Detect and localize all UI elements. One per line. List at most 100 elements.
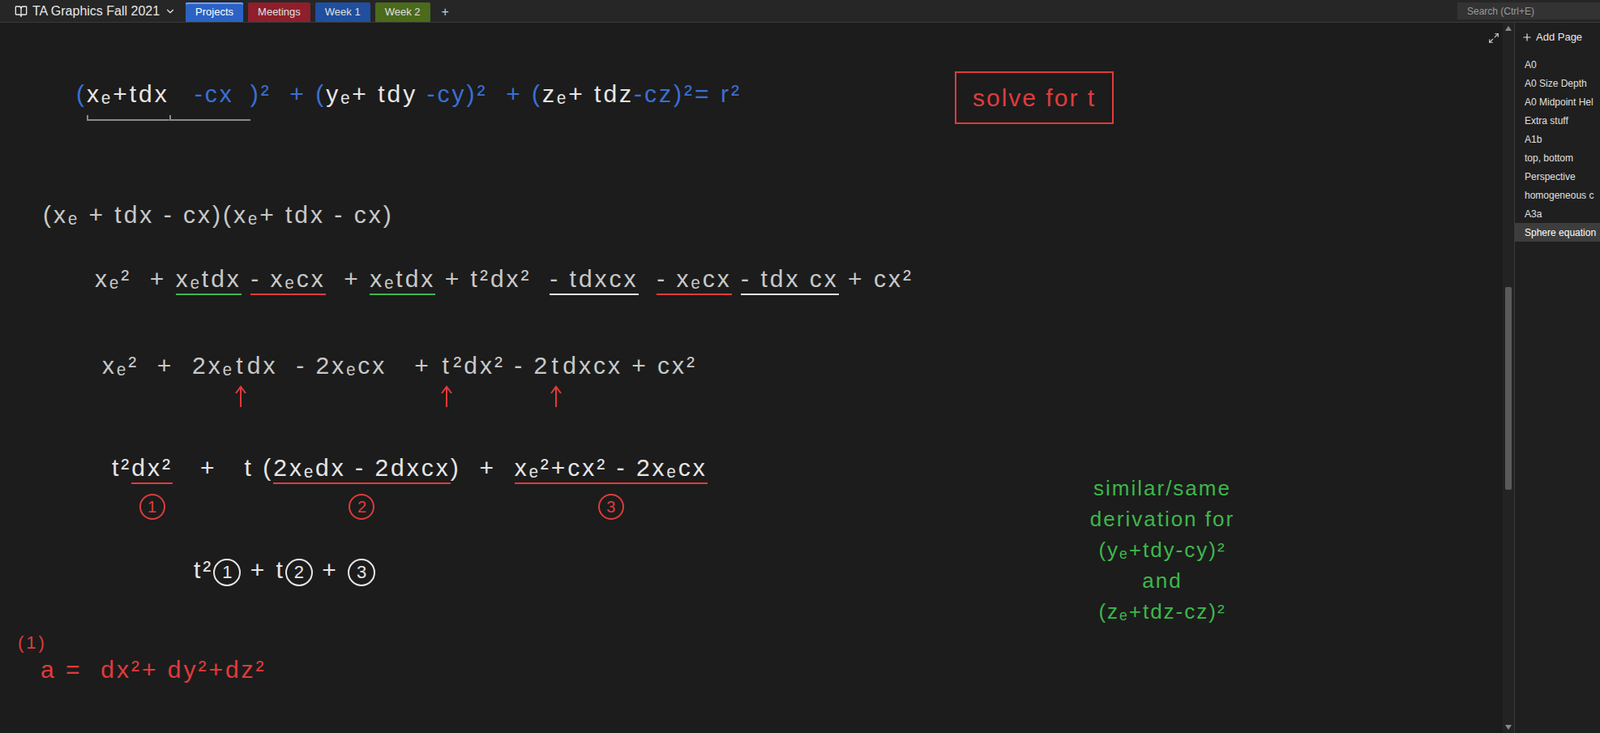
ink-term: dx²1 [131, 453, 173, 520]
footer-notes: (1)a = dx²+ dy²+dz² [17, 632, 267, 686]
side-note-line: and [1142, 564, 1182, 596]
scroll-thumb[interactable] [1505, 286, 1512, 490]
ink-line: (xₑ+tdx -cx)² + (yₑ+ tdy -cy)² + (zₑ+ td… [76, 79, 742, 125]
term-label: 1 [139, 493, 166, 520]
ink-term: + t ( [172, 453, 274, 484]
ink-term: + cx² [838, 264, 914, 296]
plus-icon [1521, 31, 1533, 43]
note-canvas[interactable]: (xₑ+tdx -cx)² + (yₑ+ tdy -cy)² + (zₑ+ td… [0, 22, 1503, 733]
page-item[interactable]: Perspective [1514, 166, 1600, 186]
ink-line: (xₑ + tdx - cx)(xₑ+ tdx - cx) [42, 200, 394, 232]
ink-term: + t²dx² [435, 264, 550, 296]
ink-term: -cz)²= r² [633, 79, 742, 111]
ink-term: ) + [450, 453, 515, 484]
ink-line: xₑ² + 2xₑtdx - 2xₑcx + t²dx² - 2tdxcx + … [102, 350, 698, 408]
term-label: 2 [348, 493, 375, 520]
section-bar: TA Graphics Fall 2021ProjectsMeetingsWee… [0, 0, 1600, 23]
page-item[interactable]: A0 Size Depth [1514, 73, 1600, 93]
side-note-line: similar/same [1093, 472, 1232, 504]
page-item[interactable]: A0 Midpoint Hel [1514, 92, 1600, 112]
ink-term: - xₑcx [656, 264, 732, 296]
ink-term: dxcx + cx² [562, 350, 698, 382]
ink-term: xₑ+tdx [86, 79, 170, 125]
ink-term: - tdx cx [740, 264, 839, 296]
side-note-line: (yₑ+tdy-cy)² [1098, 534, 1226, 565]
dropdown-icon [164, 5, 176, 18]
expand-icon[interactable] [1488, 32, 1500, 44]
side-note-line: derivation for [1090, 503, 1235, 535]
ink-term: - tdxcx [549, 264, 638, 296]
search-field[interactable]: Search (Ctrl+E) [1457, 2, 1600, 20]
ink-term: -cx [169, 79, 251, 125]
ink-term: + [325, 264, 371, 296]
ink-term: + t [240, 555, 286, 587]
notebook-selector[interactable]: TA Graphics Fall 2021 [0, 0, 186, 22]
solve-callout: solve for t [954, 71, 1114, 125]
ink-term [731, 264, 741, 296]
ink-term: 2xₑdx - 2dxcx2 [273, 453, 451, 520]
ink-term: xₑ² + 2xₑ [102, 350, 235, 382]
scroll-up-icon[interactable] [1505, 25, 1512, 31]
section-tab[interactable]: Meetings [248, 2, 311, 22]
ink-term: xₑtdx [369, 264, 436, 296]
side-note: similar/samederivation for(yₑ+tdy-cy)²an… [1032, 472, 1292, 627]
onenote-window: TA Graphics Fall 2021ProjectsMeetingsWee… [0, 0, 1600, 733]
page-item[interactable]: A0 [1514, 55, 1600, 74]
scroll-down-icon[interactable] [1505, 724, 1512, 730]
term-label: 3 [598, 493, 625, 520]
notebook-icon [14, 4, 28, 18]
body: (xₑ+tdx -cx)² + (yₑ+ tdy -cy)² + (zₑ+ td… [0, 22, 1600, 733]
ink-term: 2 [285, 555, 313, 588]
circled-number: 1 [213, 558, 241, 587]
footer-line: (1) [17, 632, 267, 654]
ink-term: t [549, 350, 563, 408]
page-item[interactable]: top, bottom [1514, 148, 1600, 167]
arrow-icon [440, 385, 454, 408]
ink-term [638, 264, 658, 296]
section-tab[interactable]: Projects [185, 2, 244, 22]
ink-term: t² [193, 555, 214, 587]
ink-line: t²dx²1 + t (2xₑdx - 2dxcx2) + xₑ²+cx² - … [111, 453, 708, 520]
ink-term: t [234, 350, 248, 408]
ink-term: xₑ² + [94, 264, 176, 296]
footer-line: a = dx²+ dy²+dz² [17, 653, 267, 686]
ink-term: )² + ( [250, 79, 327, 111]
page-list: Add Page A0A0 Size DepthA0 Midpoint HelEx… [1514, 22, 1600, 733]
add-page-button[interactable]: Add Page [1514, 27, 1600, 48]
ink-term: ( [76, 79, 87, 111]
ink-term: )² + ( [466, 79, 544, 111]
ink-term: t [440, 350, 454, 408]
ink-term: zₑ+ tdz [542, 79, 634, 111]
arrow-icon [549, 385, 563, 408]
brace-icon [86, 113, 170, 125]
add-section-button[interactable]: + [435, 2, 456, 22]
page-item[interactable]: Sphere equation [1514, 222, 1600, 242]
scrollbar[interactable] [1502, 22, 1515, 733]
ink-term: 3 [347, 555, 376, 588]
ink-line: t²1 + t2 + 3 [193, 555, 376, 588]
ink-term: dx - 2xₑcx + [247, 350, 441, 382]
ink-term: + [312, 555, 348, 587]
ink-term: xₑ²+cx² - 2xₑcx3 [514, 453, 708, 520]
section-tabs: ProjectsMeetingsWeek 1Week 2+ [185, 0, 456, 22]
page-item[interactable]: A3a [1514, 204, 1600, 223]
ink-term: -cy [417, 79, 467, 111]
ink-term: ²dx² - 2 [453, 350, 550, 382]
page-item[interactable]: A1b [1514, 129, 1600, 149]
ink-term: yₑ+ tdy [325, 79, 418, 111]
ink-term: - xₑcx [250, 264, 326, 296]
ink-term: xₑtdx [175, 264, 242, 296]
side-note-line: (zₑ+tdz-cz)² [1098, 595, 1226, 627]
section-tab[interactable]: Week 1 [315, 2, 371, 22]
arrow-icon [234, 385, 248, 408]
ink-term: t² [111, 453, 132, 484]
page-item[interactable]: homogeneous c [1514, 185, 1600, 205]
ink-term [241, 264, 251, 296]
circled-number: 2 [285, 558, 313, 587]
ink-term: 1 [213, 555, 241, 588]
page-item[interactable]: Extra stuff [1514, 111, 1600, 130]
circled-number: 3 [347, 558, 376, 587]
brace-icon [169, 113, 251, 125]
section-tab[interactable]: Week 2 [375, 2, 431, 22]
ink-term: (xₑ + tdx - cx)(xₑ+ tdx - cx) [42, 200, 394, 232]
